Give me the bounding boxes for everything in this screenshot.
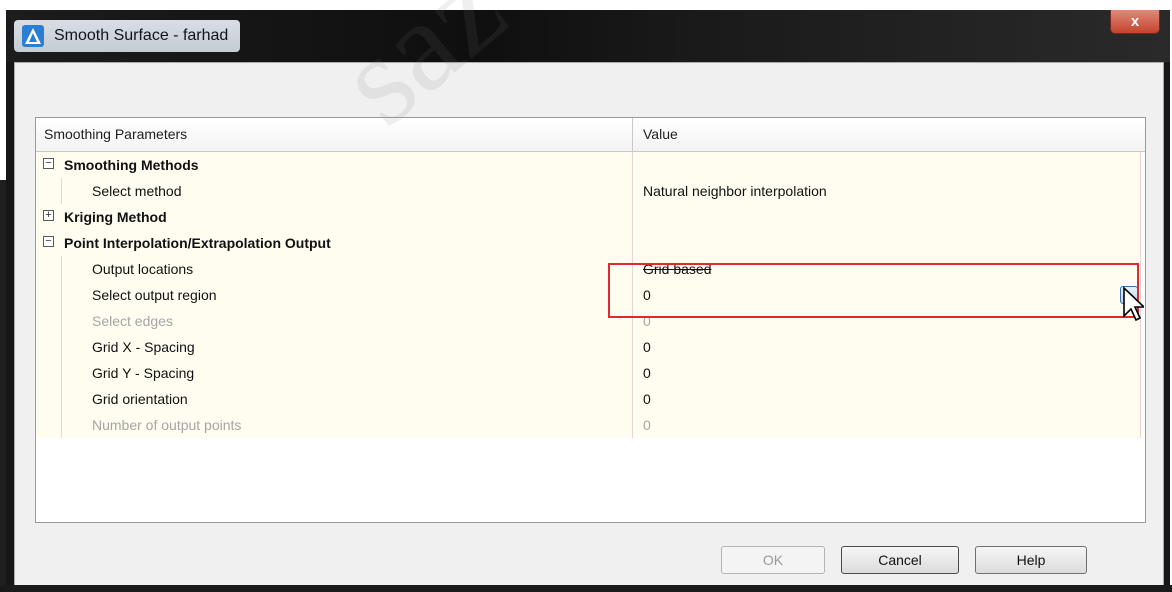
row-gutter — [36, 308, 62, 334]
property-label[interactable]: Select edges — [62, 308, 633, 334]
property-value-text: 0 — [643, 287, 651, 303]
property-label[interactable]: Grid X - Spacing — [62, 334, 633, 360]
row-gutter — [36, 360, 62, 386]
property-value[interactable]: 0 — [633, 334, 1141, 360]
background-strip — [0, 180, 6, 592]
property-row[interactable]: Select method Natural neighbor interpolat… — [36, 178, 1141, 204]
category-value-cell — [633, 204, 1141, 230]
property-value: 0 — [633, 308, 1141, 334]
property-row[interactable]: Number of output points 0 — [36, 412, 1141, 438]
grid-rows: − Smoothing Methods Select method Natural n… — [36, 152, 1141, 438]
property-label[interactable]: Output locations — [62, 256, 633, 282]
grid-header: Smoothing Parameters Value — [36, 118, 1145, 152]
row-gutter — [36, 386, 62, 412]
property-row[interactable]: Output locations Grid based — [36, 256, 1141, 282]
row-gutter — [36, 334, 62, 360]
background-strip-bottom — [0, 585, 1172, 592]
category-row[interactable]: + Kriging Method — [36, 204, 1141, 230]
property-label[interactable]: Select method — [62, 178, 633, 204]
autocad-app-icon — [22, 25, 44, 47]
category-label: Smoothing Methods — [64, 157, 199, 173]
dialog-body: Smoothing Parameters Value − Smoothing Me… — [14, 62, 1164, 588]
row-gutter — [36, 412, 62, 438]
row-gutter — [36, 256, 62, 282]
property-row[interactable]: Grid X - Spacing 0 — [36, 334, 1141, 360]
property-value-text: Natural neighbor interpolation — [643, 183, 827, 199]
close-button[interactable]: x — [1110, 10, 1160, 34]
row-gutter — [36, 282, 62, 308]
category-row[interactable]: − Smoothing Methods — [36, 152, 1141, 178]
category-value-cell — [633, 230, 1141, 256]
property-value[interactable]: Natural neighbor interpolation — [633, 178, 1141, 204]
property-row[interactable]: Select edges 0 — [36, 308, 1141, 334]
property-value-text: 0 — [643, 339, 651, 355]
property-label[interactable]: Grid orientation — [62, 386, 633, 412]
expand-icon[interactable]: + — [43, 210, 54, 221]
property-value[interactable]: 0 — [633, 360, 1141, 386]
property-row[interactable]: Grid Y - Spacing 0 — [36, 360, 1141, 386]
property-value[interactable]: Grid based — [633, 256, 1141, 282]
property-value-text: Grid based — [643, 261, 712, 277]
help-button[interactable]: Help — [975, 546, 1087, 574]
property-label[interactable]: Number of output points — [62, 412, 633, 438]
row-gutter — [36, 178, 62, 204]
property-value-text: 0 — [643, 417, 651, 433]
property-value-text: 0 — [643, 365, 651, 381]
category-label: Point Interpolation/Extrapolation Output — [64, 235, 331, 251]
property-grid: Smoothing Parameters Value − Smoothing Me… — [35, 117, 1146, 523]
property-label[interactable]: Select output region — [62, 282, 633, 308]
property-value: 0 — [633, 412, 1141, 438]
category-label-cell[interactable]: − Smoothing Methods — [36, 152, 633, 178]
mouse-cursor-icon — [1123, 286, 1144, 322]
collapse-icon[interactable]: − — [43, 158, 54, 169]
title-pill: Smooth Surface - farhad — [14, 20, 241, 52]
property-value[interactable]: 0 — [633, 386, 1141, 412]
property-row[interactable]: Grid orientation 0 — [36, 386, 1141, 412]
column-header-parameters[interactable]: Smoothing Parameters — [36, 118, 633, 151]
category-label-cell[interactable]: − Point Interpolation/Extrapolation Outpu… — [36, 230, 633, 256]
property-value-text: 0 — [643, 391, 651, 407]
property-value-text: 0 — [643, 313, 651, 329]
cancel-button[interactable]: Cancel — [841, 546, 959, 574]
property-label[interactable]: Grid Y - Spacing — [62, 360, 633, 386]
collapse-icon[interactable]: − — [43, 236, 54, 247]
column-header-value[interactable]: Value — [633, 118, 1133, 151]
dialog-window: Smooth Surface - farhad x Smoothing Para… — [6, 10, 1170, 590]
category-label-cell[interactable]: + Kriging Method — [36, 204, 633, 230]
ok-button[interactable]: OK — [721, 546, 825, 574]
category-value-cell — [633, 152, 1141, 178]
category-row[interactable]: − Point Interpolation/Extrapolation Outpu… — [36, 230, 1141, 256]
property-row[interactable]: Select output region0... — [36, 282, 1141, 308]
category-label: Kriging Method — [64, 209, 167, 225]
property-value[interactable]: 0 — [633, 282, 1141, 308]
title-bar[interactable]: Smooth Surface - farhad x — [6, 10, 1170, 62]
window-title: Smooth Surface - farhad — [54, 27, 229, 44]
